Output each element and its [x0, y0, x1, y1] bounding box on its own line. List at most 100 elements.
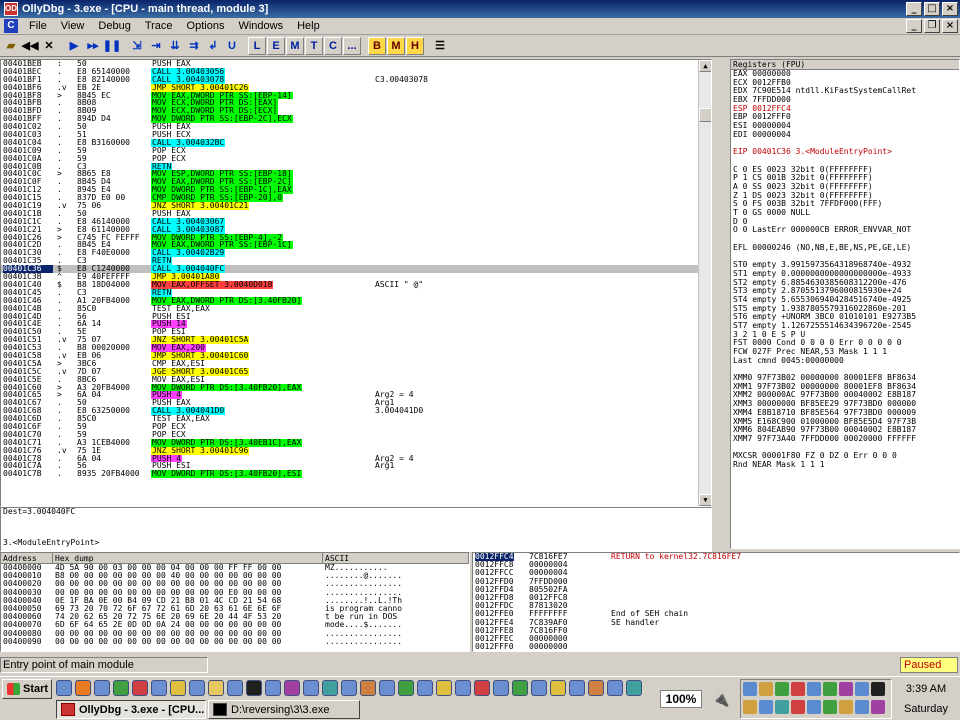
disassembly-scrollbar[interactable]: ▲ ▼ — [698, 60, 711, 506]
disasm-row[interactable]: 00401C46. A1 20FB4000 MOV EAX,DWORD PTR DS… — [1, 296, 711, 305]
disasm-row[interactable]: 00401C51 .v 75 07 JNZ SHORT 3.00401C5A — [1, 336, 711, 345]
disasm-row[interactable]: 00401C6D. 85C0 TEST EAX,EAX — [1, 415, 711, 423]
close-program-icon[interactable]: ✕ — [40, 37, 58, 55]
app-icon[interactable] — [455, 680, 471, 696]
disasm-row[interactable]: 00401C68. E8 63250000 CALL 3.004041D0 3.004… — [1, 407, 711, 416]
disasm-row[interactable]: 00401BF8 >8B45 EC MOV EAX,DWORD PTR SS:[EB… — [1, 91, 711, 100]
scroll-up-icon[interactable]: ▲ — [699, 60, 711, 72]
tray-icon[interactable] — [759, 682, 773, 696]
trace-over-icon[interactable]: ⇉ — [185, 37, 203, 55]
app-icon[interactable] — [474, 680, 490, 696]
disassembly-pane[interactable]: 00401BEB:50 PUSH EAX 00401BEC. E8 65140000 C… — [0, 59, 712, 507]
cpu-window-button[interactable]: C — [324, 36, 342, 55]
app-icon[interactable] — [132, 680, 148, 696]
tray-icon[interactable] — [791, 700, 805, 714]
ie-icon[interactable] — [56, 680, 72, 696]
disasm-row[interactable]: 00401C36 $ E8 C1240000 CALL 3.004040FC — [1, 265, 711, 274]
disasm-row[interactable]: 00401BFD. 8B09 MOV ECX,DWORD PTR DS:[ECX] — [1, 107, 711, 116]
register-line[interactable]: EIP 00401C36 3.<ModuleEntryPoint> — [731, 147, 959, 157]
disasm-row[interactable]: 00401C21 > E8 61140000 CALL 3.00403087 — [1, 225, 711, 234]
menu-windows[interactable]: Windows — [231, 20, 290, 32]
app-icon[interactable] — [94, 680, 110, 696]
menu-debug[interactable]: Debug — [91, 20, 137, 32]
scroll-thumb[interactable] — [699, 108, 711, 122]
list-icon[interactable]: ☰ — [431, 37, 449, 55]
app-icon[interactable] — [170, 680, 186, 696]
child-close-icon[interactable]: × — [942, 19, 958, 33]
breakpoints-window-button[interactable]: B — [368, 36, 386, 55]
firefox-icon[interactable] — [75, 680, 91, 696]
disasm-row[interactable]: 00401C1C. E8 46140000 CALL 3.00403067 — [1, 217, 711, 226]
app-icon[interactable] — [379, 680, 395, 696]
disasm-row[interactable]: 00401C5C .v 7D 07 JGE SHORT 3.00401C65 — [1, 367, 711, 376]
tray-icon[interactable] — [839, 700, 853, 714]
disasm-row[interactable]: 00401C35. C3 RETN — [1, 257, 711, 266]
app-icon[interactable] — [113, 680, 129, 696]
register-line[interactable]: Rnd NEAR Mask 1 1 1 — [731, 460, 959, 470]
disasm-row[interactable]: 00401C50. 5E POP ESI — [1, 328, 711, 336]
disasm-row[interactable]: 00401BFB. 8B08 MOV ECX,DWORD PTR DS:[EAX] — [1, 99, 711, 108]
patches-window-button[interactable]: ... — [343, 36, 361, 55]
app-icon[interactable] — [588, 680, 604, 696]
registers-pane[interactable]: Registers (FPU) EAX 00000000 ECX 0012FFB0… — [730, 59, 960, 549]
disasm-row[interactable]: 00401BFF. 894D D4 MOV DWORD PTR SS:[EBP-2C… — [1, 115, 711, 124]
disasm-row[interactable]: 00401C04. E8 B3160000 CALL 3.004032BC — [1, 138, 711, 147]
menu-view[interactable]: View — [54, 20, 92, 32]
disasm-row[interactable]: 00401C45. C3 RETN — [1, 288, 711, 297]
disasm-row[interactable]: 00401C09. 59 POP ECX — [1, 146, 711, 155]
disasm-row[interactable]: 00401C60 > A3 20FB4000 MOV DWORD PTR DS:[3.… — [1, 383, 711, 392]
folder-icon[interactable] — [208, 680, 224, 696]
tray-icon[interactable] — [743, 700, 757, 714]
disasm-row[interactable]: 00401C71. A3 1CEB4000 MOV DWORD PTR DS:[3.… — [1, 438, 711, 447]
disasm-row[interactable]: 00401C0C >8B65 E8 MOV ESP,DWORD PTR SS:[EB… — [1, 170, 711, 179]
app-icon[interactable] — [626, 680, 642, 696]
disasm-row[interactable]: 00401C67. 50 PUSH EAX Arg1 — [1, 399, 711, 407]
disasm-row[interactable]: 00401C7B. 8935 20FB4000 MOV DWORD PTR DS:[… — [1, 470, 711, 479]
app-icon[interactable] — [360, 680, 376, 696]
disasm-row[interactable]: 00401BF1. E8 82140000 CALL 3.00403078 C3.00… — [1, 75, 711, 84]
dump-row[interactable]: 00400090 00 00 00 00 00 00 00 00 00 00 00… — [1, 637, 469, 646]
log-window-button[interactable]: L — [248, 36, 266, 55]
app-icon[interactable] — [341, 680, 357, 696]
run-thread-icon[interactable]: ▸▸ — [84, 37, 102, 55]
menu-trace[interactable]: Trace — [138, 20, 180, 32]
trace-into-icon[interactable]: ⇊ — [166, 37, 184, 55]
disasm-row[interactable]: 00401C5E. 8BC6 MOV EAX,ESI — [1, 375, 711, 384]
disasm-row[interactable]: 00401C15. 837D E0 00 CMP DWORD PTR SS:[EBP… — [1, 194, 711, 203]
app-icon[interactable] — [227, 680, 243, 696]
disasm-row[interactable]: 00401C19 .v 75 06 JNZ SHORT 3.00401C21 — [1, 202, 711, 210]
open-icon[interactable]: ▰ — [2, 37, 20, 55]
execute-till-return-icon[interactable]: ↲ — [204, 37, 222, 55]
tray-icon[interactable] — [775, 682, 789, 696]
disasm-row[interactable]: 00401C0F. 8B45 D4 MOV EAX,DWORD PTR SS:[EB… — [1, 178, 711, 187]
ollydbg-app-icon[interactable]: OD — [4, 2, 18, 16]
tray-icon[interactable] — [871, 682, 885, 696]
register-line[interactable]: EFL 00000246 (NO,NB,E,BE,NS,PE,GE,LE) — [731, 243, 959, 253]
disasm-row[interactable]: 00401C7A. 56 PUSH ESI Arg1 — [1, 462, 711, 470]
handles-window-button[interactable]: H — [406, 36, 424, 55]
clock[interactable]: 3:39 AM Saturday — [896, 681, 956, 717]
minimize-icon[interactable]: _ — [906, 2, 922, 16]
app-icon[interactable] — [417, 680, 433, 696]
menu-file[interactable]: File — [22, 20, 54, 32]
app-icon[interactable] — [189, 680, 205, 696]
step-over-icon[interactable]: ⇥ — [147, 37, 165, 55]
tray-icon[interactable] — [775, 700, 789, 714]
app-icon[interactable] — [398, 680, 414, 696]
tray-icon[interactable] — [871, 700, 885, 714]
stack-pane[interactable]: 0012FFC4 7C816FE7 RETURN to kernel32.7C816… — [472, 552, 960, 652]
run-icon[interactable]: ▶ — [65, 37, 83, 55]
app-icon[interactable] — [607, 680, 623, 696]
execute-till-user-icon[interactable]: U — [223, 37, 241, 55]
start-button[interactable]: Start — [2, 679, 52, 699]
disasm-row[interactable]: 00401C4D. 56 PUSH ESI — [1, 312, 711, 321]
register-line[interactable]: T 0 GS 0000 NULL — [731, 208, 959, 218]
battery-percent[interactable]: 100% — [660, 690, 702, 708]
disasm-row[interactable]: 00401C3B ^ E9 40FEFFFF JMP 3.00401A80 — [1, 273, 711, 281]
disasm-row[interactable]: 00401C53. B8 00020000 MOV EAX,200 — [1, 344, 711, 352]
app-icon[interactable] — [151, 680, 167, 696]
disasm-row[interactable]: 00401C76 .v 75 1E JNZ SHORT 3.00401C96 — [1, 446, 711, 455]
register-line[interactable]: EDI 00000004 — [731, 130, 959, 140]
hex-dump-pane[interactable]: Address Hex dump ASCII 00400000 4D 5A 90 … — [0, 552, 470, 652]
disasm-row[interactable]: 00401C4E. 6A 14 PUSH 14 — [1, 320, 711, 329]
